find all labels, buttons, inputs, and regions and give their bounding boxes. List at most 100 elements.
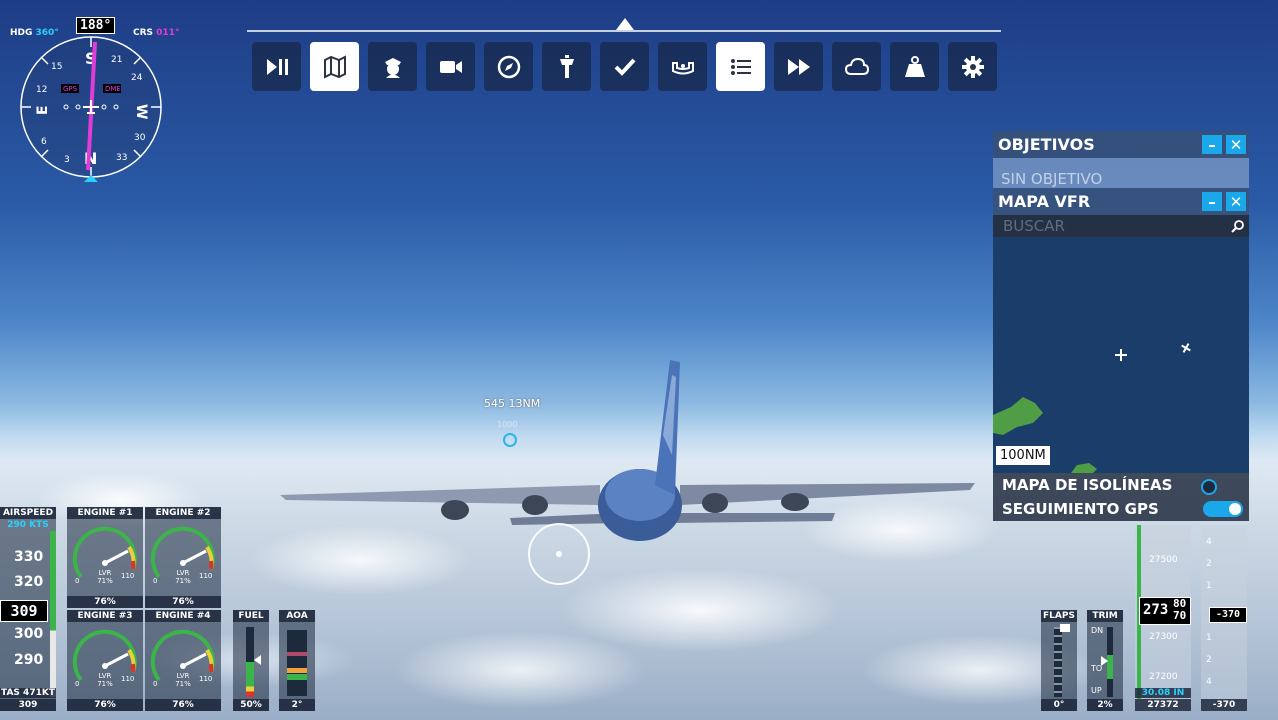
airspeed-band <box>50 531 56 697</box>
baro-setting: 30.08 IN <box>1135 688 1191 698</box>
map-land <box>993 343 1191 473</box>
airspeed-tick-320: 320 <box>14 574 44 590</box>
altitude-current-main: 273 <box>1143 602 1169 618</box>
engine-footer: 76% <box>145 596 221 608</box>
right-panel: OBJETIVOS – ✕ SIN OBJETIVO MAPA VFR – ✕ … <box>993 131 1249 523</box>
engine-lvr: LVR <box>176 569 190 577</box>
fuel-bar-track <box>246 627 254 697</box>
aoa-footer: 2° <box>279 699 315 711</box>
fuel-gauge: FUEL 50% <box>233 610 269 711</box>
svg-text:12: 12 <box>36 85 47 95</box>
controls-button[interactable] <box>658 42 707 91</box>
objectives-header: OBJETIVOS – ✕ <box>993 131 1249 158</box>
vsi-footer: -370 <box>1201 699 1247 711</box>
flaps-scale <box>1054 627 1062 697</box>
engine-needle <box>104 549 129 565</box>
airspeed-tick-330: 330 <box>14 549 44 565</box>
gps-follow-label: SEGUIMIENTO GPS <box>1002 500 1159 518</box>
objectives-close-button[interactable]: ✕ <box>1226 135 1246 154</box>
map-icon <box>323 54 346 79</box>
engine-lvr-pct: 71% <box>97 577 113 585</box>
alt-tick-27300: 27300 <box>1149 632 1178 642</box>
trim-footer: 2% <box>1087 699 1123 711</box>
engine-needle <box>104 652 129 668</box>
airspeed-footer: 309 <box>0 699 56 711</box>
vfr-minimize-button[interactable]: – <box>1202 192 1222 211</box>
vsi-tick-2-up: 2 <box>1206 559 1212 569</box>
camera-reticle <box>528 523 590 585</box>
airspeed-label: AIRSPEED <box>0 507 56 519</box>
isolines-label: MAPA DE ISOLÍNEAS <box>1002 476 1173 494</box>
search-icon <box>1231 220 1244 233</box>
airspeed-target: 290 KTS <box>7 520 49 530</box>
heading-value: 188° <box>76 17 116 34</box>
altimeter-tape: 27500 27300 27200 273 80 70 30.08 IN 273… <box>1135 525 1191 711</box>
navlog-button[interactable] <box>484 42 533 91</box>
compass-icon <box>497 55 520 78</box>
atc-button[interactable] <box>368 42 417 91</box>
aircraft-marker-icon <box>503 433 517 447</box>
true-airspeed: TAS 471KT <box>0 688 56 698</box>
flaps-gauge: FLAPS 0° <box>1041 610 1077 711</box>
altimeter-footer: 27372 <box>1135 699 1191 711</box>
engine-needle <box>182 549 207 565</box>
toolbar <box>252 42 997 92</box>
toolbar-caret <box>616 18 634 30</box>
engine-gauge-1: ENGINE #1 0 110 LVR 71% 76% <box>67 507 143 608</box>
fuel-label: FUEL <box>233 610 269 622</box>
sim-rate-button[interactable] <box>774 42 823 91</box>
yoke-icon <box>671 61 694 74</box>
isolines-toggle-row[interactable]: MAPA DE ISOLÍNEAS <box>993 473 1249 497</box>
svg-text:21: 21 <box>111 55 122 65</box>
engine-footer: 76% <box>145 699 221 711</box>
camera-button[interactable] <box>426 42 475 91</box>
vsi-tick-1-down: 1 <box>1206 633 1212 643</box>
vfr-close-button[interactable]: ✕ <box>1226 192 1246 211</box>
engine-lvr-pct: 71% <box>175 680 191 688</box>
engine-lvr-pct: 71% <box>175 577 191 585</box>
vfr-map-header: MAPA VFR – ✕ <box>993 188 1249 215</box>
airspeed-tick-290: 290 <box>14 652 44 668</box>
weather-button[interactable] <box>832 42 881 91</box>
gps-follow-toggle-row[interactable]: SEGUIMIENTO GPS <box>993 497 1249 521</box>
vfr-map-title: MAPA VFR <box>998 192 1091 211</box>
play-pause-icon <box>266 58 288 75</box>
svg-text:E: E <box>35 105 51 115</box>
engine-footer: 76% <box>67 699 143 711</box>
fuel-pointer <box>254 655 261 665</box>
tower-button[interactable] <box>542 42 591 91</box>
map-search-input[interactable]: BUSCAR <box>993 215 1249 237</box>
vfr-map-view[interactable]: 100NM <box>993 237 1249 473</box>
objectives-title: OBJETIVOS <box>998 135 1095 154</box>
settings-button[interactable] <box>948 42 997 91</box>
vfr-map-button[interactable] <box>310 42 359 91</box>
weight-button[interactable] <box>890 42 939 91</box>
gps-follow-toggle[interactable] <box>1203 501 1243 517</box>
airspeed-tick-300: 300 <box>14 626 44 642</box>
aoa-label: AOA <box>279 610 315 622</box>
svg-text:W: W <box>133 104 149 119</box>
aircraft-callsign: 545 13NM <box>484 397 541 410</box>
play-pause-button[interactable] <box>252 42 301 91</box>
check-icon <box>614 58 635 76</box>
isolines-toggle[interactable] <box>1201 479 1217 495</box>
vsi-tick-4-down: 4 <box>1206 677 1212 687</box>
flaps-footer: 0° <box>1041 699 1077 711</box>
trim-label: TRIM <box>1087 610 1123 622</box>
trim-dn: DN <box>1091 626 1104 635</box>
objectives-button[interactable] <box>716 42 765 91</box>
svg-text:24: 24 <box>131 73 143 83</box>
trim-pointer <box>1101 656 1108 666</box>
airspeed-current: 309 <box>0 600 48 622</box>
objectives-minimize-button[interactable]: – <box>1202 135 1222 154</box>
flaps-label: FLAPS <box>1041 610 1077 622</box>
svg-text:3: 3 <box>64 155 70 165</box>
airspeed-tape: AIRSPEED 290 KTS 330 320 300 290 309 TAS… <box>0 507 56 711</box>
toolbar-rail <box>247 30 1001 32</box>
checklist-button[interactable] <box>600 42 649 91</box>
svg-text:DME: DME <box>105 85 121 93</box>
engine-needle <box>182 652 207 668</box>
altitude-current-sub-bot: 70 <box>1173 609 1187 622</box>
vsi-tick-4-up: 4 <box>1206 537 1212 547</box>
map-scale: 100NM <box>996 446 1050 465</box>
